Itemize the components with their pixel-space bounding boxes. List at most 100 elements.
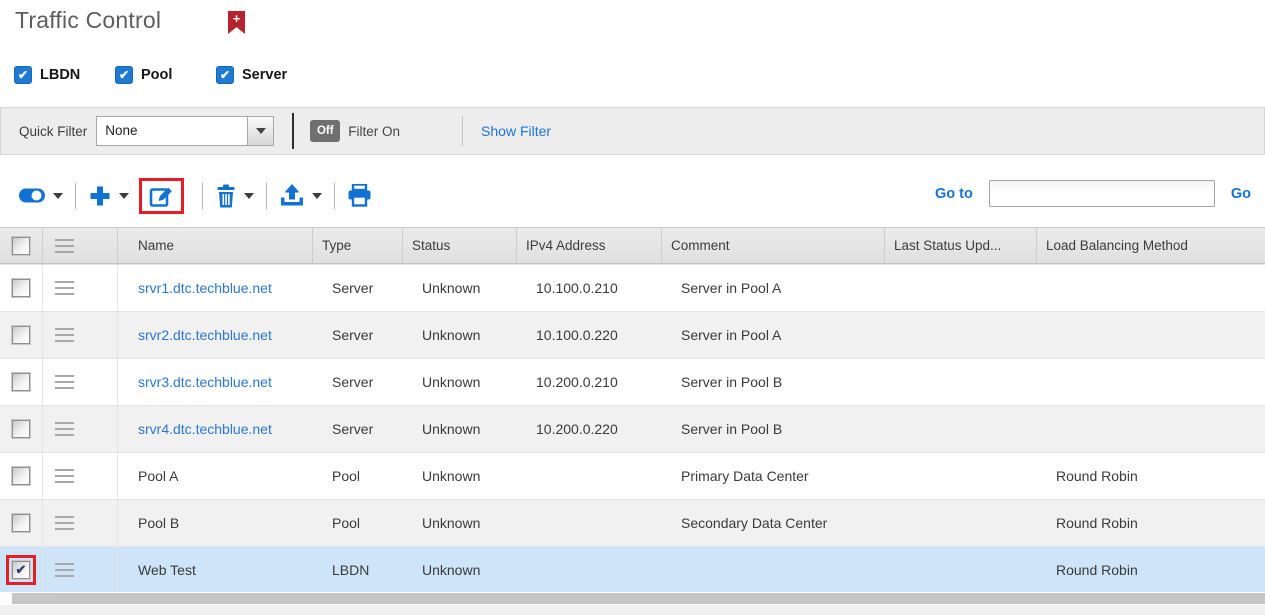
row-checkbox-cell[interactable]: [0, 500, 43, 546]
import-icon[interactable]: [279, 184, 305, 207]
row-checkbox[interactable]: [12, 420, 30, 438]
row-grip-cell[interactable]: [43, 406, 118, 452]
visibility-toggle-icon[interactable]: [18, 187, 46, 204]
cell-ipv4: 10.200.0.220: [517, 406, 662, 452]
column-header-ipv4[interactable]: IPv4 Address: [517, 228, 662, 263]
hamburger-icon[interactable]: [55, 420, 74, 438]
divider: [266, 183, 267, 209]
row-checkbox[interactable]: [12, 467, 30, 485]
table-row[interactable]: srvr1.dtc.techblue.net Server Unknown 10…: [0, 264, 1265, 311]
dropdown-button[interactable]: [247, 117, 273, 145]
checkbox-checked-icon[interactable]: [14, 66, 32, 84]
cell-ipv4: [517, 500, 662, 546]
row-checkbox-cell[interactable]: [0, 359, 43, 405]
quick-filter-select[interactable]: None: [96, 116, 274, 146]
cell-name[interactable]: Pool B: [118, 500, 313, 546]
cell-name[interactable]: srvr1.dtc.techblue.net: [118, 265, 313, 311]
row-checkbox[interactable]: [12, 326, 30, 344]
cell-name[interactable]: srvr2.dtc.techblue.net: [118, 312, 313, 358]
filter-lbdn[interactable]: LBDN: [14, 66, 115, 84]
import-dropdown-caret[interactable]: [312, 193, 322, 199]
row-checkbox[interactable]: [12, 279, 30, 297]
hamburger-icon[interactable]: [55, 561, 74, 579]
chevron-down-icon: [256, 128, 266, 134]
filter-pool[interactable]: Pool: [115, 66, 216, 84]
checkbox-checked-icon[interactable]: [216, 66, 234, 84]
add-icon[interactable]: [88, 184, 112, 208]
filter-off-badge[interactable]: Off: [310, 120, 340, 142]
cell-ipv4: 10.200.0.210: [517, 359, 662, 405]
cell-last-status: [885, 359, 1037, 405]
cell-status: Unknown: [403, 312, 517, 358]
cell-name[interactable]: srvr4.dtc.techblue.net: [118, 406, 313, 452]
row-grip-cell[interactable]: [43, 453, 118, 499]
cell-ipv4: 10.100.0.210: [517, 265, 662, 311]
column-header-lbm[interactable]: Load Balancing Method: [1037, 228, 1265, 263]
print-icon[interactable]: [347, 184, 372, 207]
goto-cluster: Go to Go: [935, 180, 1251, 207]
row-checkbox-cell[interactable]: [0, 406, 43, 452]
row-checkbox[interactable]: [12, 561, 30, 579]
delete-icon[interactable]: [215, 184, 237, 208]
row-grip-cell[interactable]: [43, 265, 118, 311]
row-grip-cell[interactable]: [43, 500, 118, 546]
cell-lbm: Round Robin: [1037, 547, 1265, 593]
select-all-checkbox[interactable]: [12, 237, 30, 255]
page-title: Traffic Control: [15, 7, 161, 34]
cell-type: LBDN: [313, 547, 403, 593]
go-button[interactable]: Go: [1231, 186, 1251, 202]
row-grip-cell[interactable]: [43, 312, 118, 358]
traffic-control-page: Traffic Control + LBDN Pool Server Quick…: [0, 0, 1265, 615]
row-checkbox-cell[interactable]: [0, 547, 43, 593]
horizontal-scrollbar[interactable]: [0, 592, 1265, 605]
hamburger-icon[interactable]: [55, 237, 74, 255]
column-header-status[interactable]: Status: [403, 228, 517, 263]
cell-name[interactable]: Web Test: [118, 547, 313, 593]
row-checkbox-cell[interactable]: [0, 265, 43, 311]
cell-last-status: [885, 453, 1037, 499]
row-checkbox[interactable]: [12, 373, 30, 391]
table-row[interactable]: Pool B Pool Unknown Secondary Data Cente…: [0, 499, 1265, 546]
table-row[interactable]: srvr2.dtc.techblue.net Server Unknown 10…: [0, 311, 1265, 358]
hamburger-icon[interactable]: [55, 467, 74, 485]
table-header-row: Name Type Status IPv4 Address Comment La…: [0, 227, 1265, 264]
cell-name[interactable]: Pool A: [118, 453, 313, 499]
column-header-name[interactable]: Name: [118, 228, 313, 263]
goto-input[interactable]: [989, 180, 1215, 207]
hamburger-icon[interactable]: [55, 279, 74, 297]
visibility-dropdown-caret[interactable]: [53, 193, 63, 199]
hamburger-icon[interactable]: [55, 326, 74, 344]
select-all-checkbox-cell[interactable]: [0, 228, 43, 263]
table-row[interactable]: Web Test LBDN Unknown Round Robin: [0, 546, 1265, 593]
column-header-comment[interactable]: Comment: [662, 228, 885, 263]
cell-name[interactable]: srvr3.dtc.techblue.net: [118, 359, 313, 405]
cell-comment: Server in Pool A: [662, 312, 885, 358]
delete-dropdown-caret[interactable]: [244, 193, 254, 199]
column-header-type[interactable]: Type: [313, 228, 403, 263]
row-grip-cell[interactable]: [43, 359, 118, 405]
row-grip-cell[interactable]: [43, 547, 118, 593]
add-dropdown-caret[interactable]: [119, 193, 129, 199]
traffic-control-table: Name Type Status IPv4 Address Comment La…: [0, 227, 1265, 593]
column-header-last-status[interactable]: Last Status Upd...: [885, 228, 1037, 263]
row-checkbox-cell[interactable]: [0, 453, 43, 499]
scrollbar-thumb[interactable]: [12, 593, 1265, 604]
cell-comment: Server in Pool B: [662, 359, 885, 405]
cell-type: Pool: [313, 453, 403, 499]
table-row[interactable]: srvr4.dtc.techblue.net Server Unknown 10…: [0, 405, 1265, 452]
edit-icon[interactable]: [149, 184, 174, 208]
row-checkbox[interactable]: [12, 514, 30, 532]
hamburger-icon[interactable]: [55, 514, 74, 532]
filter-label: LBDN: [40, 67, 80, 83]
show-filter-link[interactable]: Show Filter: [481, 123, 551, 139]
bookmark-icon[interactable]: +: [228, 11, 245, 34]
hamburger-icon[interactable]: [55, 373, 74, 391]
checkbox-checked-icon[interactable]: [115, 66, 133, 84]
cell-status: Unknown: [403, 265, 517, 311]
table-row[interactable]: Pool A Pool Unknown Primary Data Center …: [0, 452, 1265, 499]
goto-label[interactable]: Go to: [935, 186, 973, 202]
row-checkbox-cell[interactable]: [0, 312, 43, 358]
table-row[interactable]: srvr3.dtc.techblue.net Server Unknown 10…: [0, 358, 1265, 405]
filter-server[interactable]: Server: [216, 66, 317, 84]
table-body: srvr1.dtc.techblue.net Server Unknown 10…: [0, 264, 1265, 593]
